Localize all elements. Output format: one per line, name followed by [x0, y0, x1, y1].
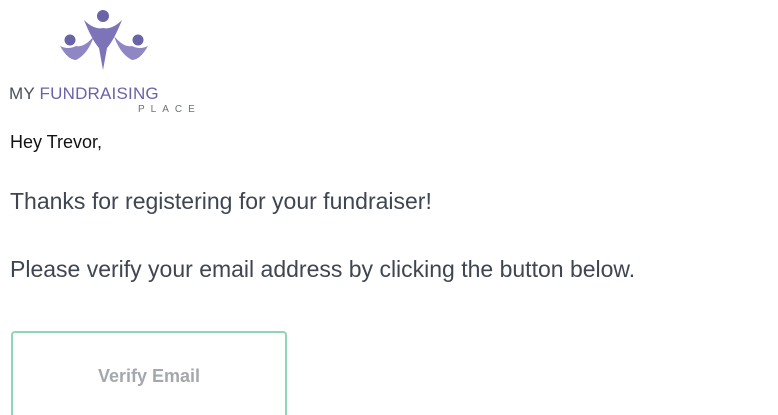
verify-instructions-paragraph: Please verify your email address by clic…: [10, 256, 636, 282]
people-celebrating-logo-icon: [60, 10, 148, 70]
verify-email-button[interactable]: Verify Email: [11, 331, 287, 415]
thanks-paragraph: Thanks for registering for your fundrais…: [10, 188, 432, 214]
logo-text-place: PLACE: [138, 104, 201, 115]
logo-wordmark: MY FUNDRAISING: [9, 84, 159, 104]
email-body: MY FUNDRAISING PLACE Hey Trevor, Thanks …: [0, 0, 778, 415]
brand-logo: MY FUNDRAISING PLACE: [8, 6, 198, 118]
logo-text-my: MY: [9, 84, 35, 103]
greeting-text: Hey Trevor,: [10, 132, 103, 152]
logo-text-fundraising: FUNDRAISING: [39, 84, 159, 103]
verify-email-button-label: Verify Email: [97, 366, 201, 386]
